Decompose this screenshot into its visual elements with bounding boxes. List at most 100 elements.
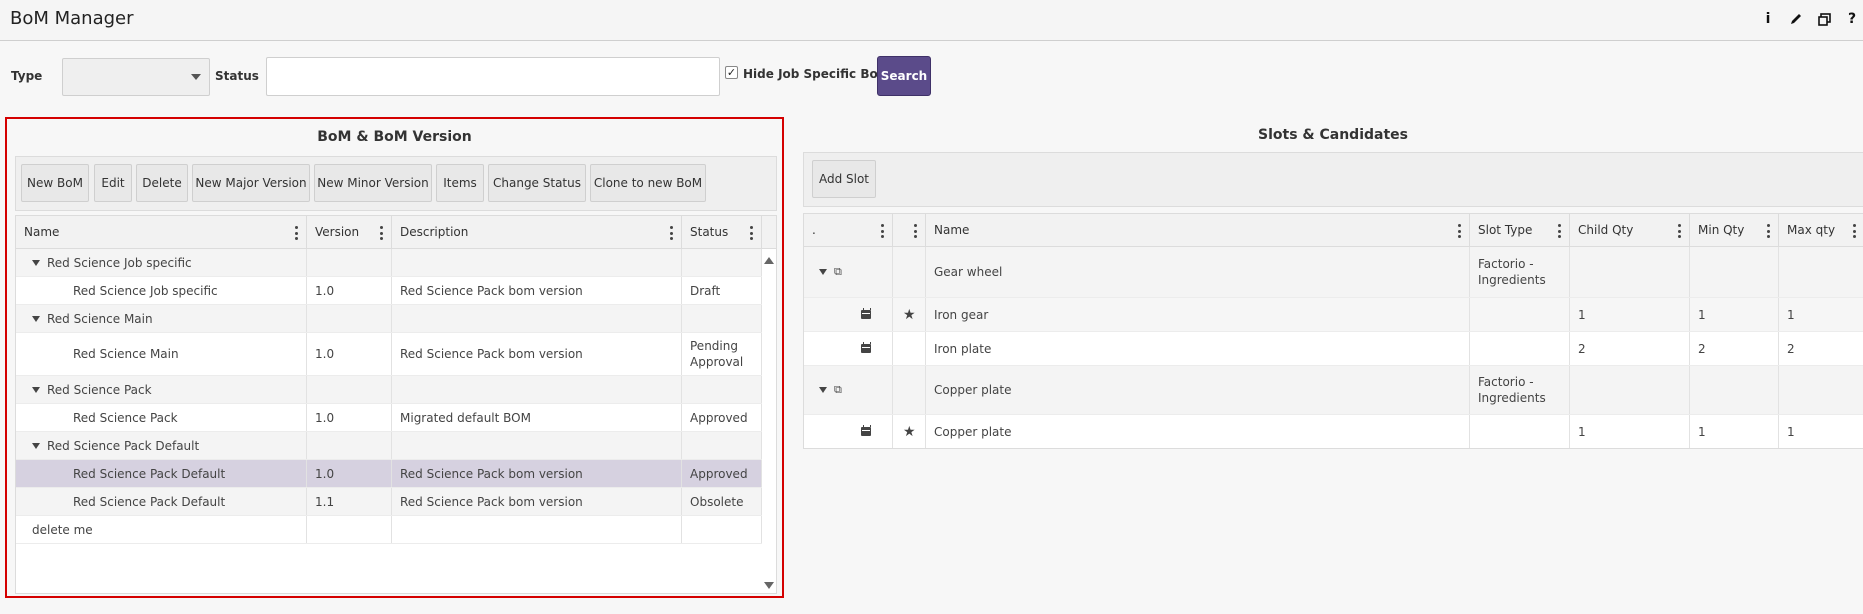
cell-name: delete me (16, 516, 307, 543)
expand-toggle-icon[interactable] (32, 315, 40, 322)
scroll-up-icon[interactable] (764, 257, 774, 264)
column-menu-icon[interactable] (670, 226, 674, 240)
column-header-description[interactable]: Description (392, 216, 682, 249)
scroll-down-icon[interactable] (764, 582, 774, 589)
candidate-row[interactable]: Iron plate 2 2 2 (804, 332, 1863, 366)
cell-name: Copper plate (926, 415, 1470, 448)
column-header-label: Name (24, 225, 60, 239)
cell-version (307, 249, 392, 276)
table-row[interactable]: delete me (16, 516, 762, 544)
cell-text: Red Science Job specific (73, 283, 218, 298)
slot-row[interactable]: ⧉ Copper plate Factorio - Ingredients (804, 366, 1863, 415)
cell-description (392, 376, 682, 403)
table-row[interactable]: Red Science Pack Default 1.0 Red Science P… (16, 460, 762, 488)
hide-job-specific-label: Hide Job Specific BoMs (743, 67, 897, 81)
cell-child_qty: 2 (1570, 332, 1690, 365)
column-header-min-qty[interactable]: Min Qty (1690, 214, 1779, 247)
items-button[interactable]: Items (436, 164, 484, 202)
column-menu-icon[interactable] (380, 226, 384, 240)
cell-star (893, 247, 926, 297)
table-row[interactable]: Red Science Pack 1.0 Migrated default BOM A… (16, 404, 762, 432)
table-row[interactable]: Red Science Pack Default (16, 432, 762, 460)
clone-to-new-bom-button[interactable]: Clone to new BoM (590, 164, 706, 202)
cell-text: 1 (1578, 307, 1586, 322)
cell-text: Red Science Main (73, 347, 179, 361)
table-row[interactable]: Red Science Job specific (16, 249, 762, 277)
cell-slot_type: Factorio - Ingredients (1470, 247, 1570, 297)
add-slot-button[interactable]: Add Slot (812, 160, 876, 198)
column-menu-icon[interactable] (1853, 224, 1857, 238)
cell-description (392, 516, 682, 543)
column-menu-icon[interactable] (914, 224, 918, 238)
cell-child_qty: 1 (1570, 415, 1690, 448)
change-status-button[interactable]: Change Status (488, 164, 586, 202)
new-minor-version-button[interactable]: New Minor Version (314, 164, 432, 202)
column-header-star[interactable] (893, 214, 926, 247)
info-icon[interactable]: i (1761, 10, 1775, 28)
column-header-label: Child Qty (1578, 223, 1634, 237)
candidate-row[interactable]: ★ Iron gear 1 1 1 (804, 298, 1863, 332)
status-input[interactable] (266, 57, 720, 96)
cell-max_qty (1779, 366, 1863, 414)
window-icon[interactable] (1817, 10, 1831, 28)
column-menu-icon[interactable] (295, 226, 299, 240)
cell-text: 1 (1698, 424, 1706, 439)
candidate-row[interactable]: ★ Copper plate 1 1 1 (804, 415, 1863, 448)
column-menu-icon[interactable] (1558, 224, 1562, 238)
column-header-label: Status (690, 225, 729, 239)
column-header-max-qty[interactable]: Max qty (1779, 214, 1863, 247)
cell-text: Copper plate (934, 424, 1012, 439)
table-row[interactable]: Red Science Pack Default 1.1 Red Science P… (16, 488, 762, 516)
cell-text: 1 (1787, 307, 1795, 322)
cell-text: Gear wheel (934, 265, 1003, 279)
column-menu-icon[interactable] (1678, 224, 1682, 238)
column-header-slot-type[interactable]: Slot Type (1470, 214, 1570, 247)
cell-text: Red Science Pack Default (73, 494, 226, 509)
table-row[interactable]: Red Science Main 1.0 Red Science Pack bom … (16, 333, 762, 376)
cell-expand: ⧉ (804, 366, 893, 414)
bom-panel: BoM & BoM Version New BoM Edit Delete Ne… (5, 117, 784, 598)
hide-job-specific-checkbox[interactable]: ✓ (725, 66, 738, 79)
type-select[interactable] (62, 58, 210, 96)
delete-button[interactable]: Delete (136, 164, 188, 202)
cell-text: Obsolete (690, 494, 744, 509)
pencil-icon[interactable] (1789, 10, 1803, 28)
column-menu-icon[interactable] (1767, 224, 1771, 238)
expand-toggle-icon[interactable] (819, 269, 827, 275)
cell-min_qty: 1 (1690, 415, 1779, 448)
bom-panel-title: BoM & BoM Version (317, 129, 472, 145)
cell-text: Red Science Pack bom version (400, 494, 583, 509)
column-header-name[interactable]: Name (926, 214, 1470, 247)
edit-button[interactable]: Edit (94, 164, 132, 202)
column-header-version[interactable]: Version (307, 216, 392, 249)
slot-row[interactable]: ⧉ Gear wheel Factorio - Ingredients (804, 247, 1863, 298)
cell-status: Pending Approval (682, 333, 762, 375)
table-row[interactable]: Red Science Pack (16, 376, 762, 404)
new-bom-button[interactable]: New BoM (21, 164, 89, 202)
column-header-expand[interactable]: . (804, 214, 893, 247)
star-icon[interactable]: ★ (903, 308, 916, 322)
cell-description (392, 305, 682, 332)
expand-toggle-icon[interactable] (819, 387, 827, 393)
cell-slot_type (1470, 415, 1570, 448)
cell-text: 1.0 (315, 283, 335, 298)
expand-toggle-icon[interactable] (32, 442, 40, 449)
cell-name: Red Science Pack Default (16, 432, 307, 459)
expand-toggle-icon[interactable] (32, 386, 40, 393)
help-icon[interactable]: ? (1845, 10, 1859, 28)
search-button[interactable]: Search (877, 56, 931, 96)
column-header-child-qty[interactable]: Child Qty (1570, 214, 1690, 247)
column-menu-icon[interactable] (1458, 224, 1462, 238)
star-icon[interactable]: ★ (903, 425, 916, 439)
new-major-version-button[interactable]: New Major Version (192, 164, 310, 202)
table-row[interactable]: Red Science Job specific 1.0 Red Science P… (16, 277, 762, 305)
column-menu-icon[interactable] (881, 224, 885, 238)
cell-expand (804, 415, 893, 448)
column-menu-icon[interactable] (750, 226, 754, 240)
table-row[interactable]: Red Science Main (16, 305, 762, 333)
column-header-name[interactable]: Name (16, 216, 307, 249)
column-header-status[interactable]: Status (682, 216, 762, 249)
cell-version (307, 376, 392, 403)
expand-toggle-icon[interactable] (32, 259, 40, 266)
cell-status (682, 249, 762, 276)
